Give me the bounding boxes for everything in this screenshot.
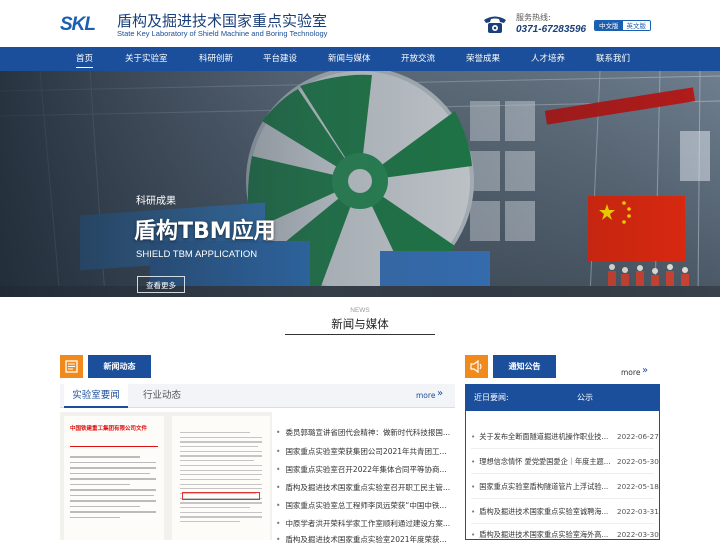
document-table-lines [180, 432, 262, 526]
hotline-number: 0371-67283596 [516, 24, 587, 35]
list-item[interactable]: 盾构及掘进技术国家重点实验室2021年度荣获... [276, 534, 456, 548]
tab-industry-news[interactable]: 行业动态 [143, 384, 181, 408]
hotline-label: 服务热线: [516, 13, 551, 22]
divider [471, 448, 654, 449]
notice-item[interactable]: 理想信念情怀 愛党愛国愛企｜年度主题... 2022-05-30 [471, 457, 659, 469]
news-icon [60, 355, 83, 378]
section-title-en: NEWS [350, 307, 370, 314]
nav-news[interactable]: 新闻与媒体 [328, 47, 371, 71]
document-red-line [70, 446, 158, 447]
notice-head-recent[interactable]: 近日要闻: [474, 385, 509, 411]
notice-item-title[interactable]: 理想信念情怀 愛党愛国愛企｜年度主题... [471, 457, 611, 467]
notice-item-title[interactable]: 关于发布全断面隧道掘进机操作职业技... [471, 432, 611, 442]
nav-home[interactable]: 首页 [76, 47, 93, 71]
double-chevron-right-icon[interactable]: » [437, 388, 443, 399]
nav-research[interactable]: 科研创新 [199, 47, 233, 71]
notice-item-date: 2022-05-18 [617, 482, 659, 491]
notice-item-title[interactable]: 国家重点实验室盾构隧道管片上浮试验... [471, 482, 611, 492]
tbm-factory-image [0, 71, 720, 297]
nav-honors[interactable]: 荣誉成果 [466, 47, 500, 71]
section-title: 新闻与媒体 [331, 317, 389, 331]
document-text-lines [70, 456, 156, 522]
notice-item[interactable]: 关于发布全断面隧道掘进机操作职业技... 2022-06-27 [471, 432, 659, 444]
divider [471, 523, 654, 524]
divider [471, 473, 654, 474]
notice-tab[interactable]: 通知公告 [493, 355, 556, 378]
notice-item-date: 2022-03-30 [617, 530, 659, 539]
notice-item[interactable]: 盾构及掘进技术国家重点实验室诚聘海... 2022-03-31 [471, 507, 659, 519]
notice-panel: 近日要闻: 公示 关于发布全断面隧道掘进机操作职业技... 2022-06-27… [465, 384, 660, 540]
notice-more-link[interactable]: more [621, 368, 640, 377]
tab-lab-news[interactable]: 实验室要闻 [64, 384, 128, 408]
list-item[interactable]: 国家重点实验室召开2022年集体合同平等协商... [276, 464, 456, 478]
notice-item-title[interactable]: 盾构及掘进技术国家重点实验室海外高... [471, 530, 611, 540]
notice-item-date: 2022-03-31 [617, 507, 659, 516]
news-more-link[interactable]: more [416, 391, 435, 400]
document-page-right [172, 416, 270, 540]
list-item[interactable]: 中原学者洪开荣科学家工作室顺利通过建设方案... [276, 518, 456, 532]
list-item[interactable]: 委员郭璐宣讲省团代会精神：做新时代科技报国... [276, 427, 456, 441]
nav-contact[interactable]: 联系我们 [596, 47, 630, 71]
list-item[interactable]: 国家重点实验室总工程师李凤远荣获“中国中铁... [276, 500, 456, 514]
nav-talent[interactable]: 人才培养 [531, 47, 565, 71]
news-featured-image[interactable]: 中国铁建重工集团有限公司文件 [60, 412, 272, 540]
site-logo[interactable]: SKL [60, 14, 96, 36]
notice-item-title[interactable]: 盾构及掘进技术国家重点实验室诚聘海... [471, 507, 611, 517]
nav-platform[interactable]: 平台建设 [263, 47, 297, 71]
banner-subtitle: 科研成果 [136, 196, 176, 207]
notice-item-date: 2022-06-27 [617, 432, 659, 441]
section-divider [285, 334, 435, 335]
document-highlight-box [182, 492, 260, 500]
notice-header: 近日要闻: 公示 [466, 385, 659, 411]
nav-exchange[interactable]: 开放交流 [401, 47, 435, 71]
double-chevron-right-icon[interactable]: » [642, 365, 648, 376]
lang-en-button[interactable]: 英文版 [622, 21, 650, 30]
site-title-en: State Key Laboratory of Shield Machine a… [117, 29, 328, 38]
site-title: 盾构及掘进技术国家重点实验室 [117, 12, 328, 30]
hero-banner[interactable]: 科研成果 盾构TBM应用 SHIELD TBM APPLICATION 查看更多 [0, 71, 720, 297]
banner-title-en: SHIELD TBM APPLICATION [136, 249, 258, 260]
news-tab[interactable]: 新闻动态 [88, 355, 151, 378]
view-more-button[interactable]: 查看更多 [137, 276, 185, 293]
list-item[interactable]: 盾构及掘进技术国家重点实验室召开职工民主管... [276, 482, 456, 496]
banner-title: 盾构TBM应用 [134, 219, 276, 244]
list-item[interactable]: 国家重点实验室荣获集团公司2021年共青团工... [276, 446, 456, 460]
notice-item-date: 2022-05-30 [617, 457, 659, 466]
divider [471, 498, 654, 499]
document-red-title: 中国铁建重工集团有限公司文件 [70, 426, 148, 432]
notice-item[interactable]: 国家重点实验室盾构隧道管片上浮试验... 2022-05-18 [471, 482, 659, 494]
speaker-icon [465, 355, 488, 378]
document-page-left: 中国铁建重工集团有限公司文件 [64, 416, 164, 540]
lang-zh-button[interactable]: 中文版 [595, 21, 623, 30]
site-header: SKL 盾构及掘进技术国家重点实验室 State Key Laboratory … [0, 0, 720, 47]
main-nav: 首页 关于实验室 科研创新 平台建设 新闻与媒体 开放交流 荣誉成果 人才培养 … [0, 47, 720, 71]
notice-item[interactable]: 盾构及掘进技术国家重点实验室海外高... 2022-03-30 [471, 530, 659, 542]
phone-icon [484, 16, 506, 33]
language-switch: 中文版 英文版 [594, 20, 651, 31]
nav-about[interactable]: 关于实验室 [125, 47, 168, 71]
news-subtabs: 实验室要闻 行业动态 [60, 384, 455, 408]
notice-head-public[interactable]: 公示 [577, 385, 593, 411]
